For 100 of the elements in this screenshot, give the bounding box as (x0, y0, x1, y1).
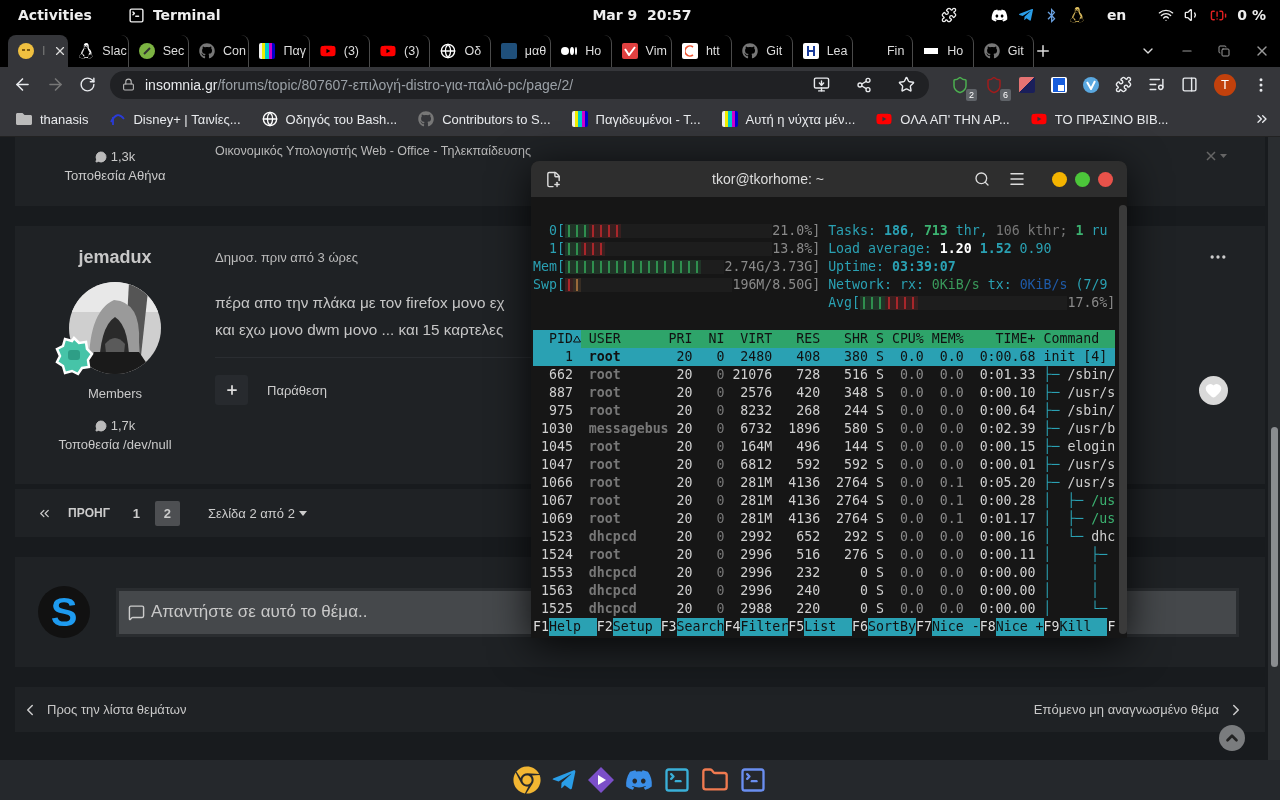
menu-button[interactable] (1008, 170, 1026, 188)
process-row[interactable]: 1523 dhcpcd 20 0 2992 652 292 S 0.0 0.0 0:00.16 │ └─ dhc (533, 528, 1116, 546)
column-header[interactable]: SHR (820, 330, 868, 348)
profile-button[interactable]: T (1214, 73, 1236, 96)
function-key-button[interactable]: Filter (740, 618, 789, 636)
dismiss-icon[interactable] (1206, 151, 1228, 161)
table-cell-text: 0.0 (938, 528, 964, 546)
process-row[interactable]: 1045 root 20 0 164M 496 144 S 0.0 0.0 0:00.15 ├─ elogin (533, 438, 1116, 456)
function-key-button[interactable]: SortBy (868, 618, 916, 636)
previous-page-link[interactable]: ΠΡΟΗΓ (68, 506, 110, 520)
bookmark-item[interactable]: thanasis (16, 111, 89, 127)
function-key-button[interactable]: List (804, 618, 853, 636)
function-key-button[interactable]: Nice - (931, 618, 980, 636)
process-row[interactable]: 1067 root 20 0 281M 4136 2764 S 0.0 0.1 0:00.28 │ ├─ /us (533, 492, 1116, 510)
clock-button[interactable]: Mar 9 20:57 (592, 7, 692, 23)
battery-level[interactable]: 0 % (1237, 7, 1266, 23)
process-row[interactable]: 887 root 20 0 2576 420 348 S 0.0 0.0 0:00.10 ├─ /usr/s (533, 384, 1116, 402)
scrollbar[interactable] (1119, 205, 1127, 634)
bookmark-item[interactable]: ΟΛΑ ΑΠ' ΤΗΝ ΑΡ... (876, 111, 1010, 127)
multiquote-button[interactable] (215, 375, 248, 405)
app-menu[interactable]: Terminal (127, 6, 221, 24)
quote-link[interactable]: Παράθεση (267, 382, 328, 398)
process-row[interactable]: 1066 root 20 0 281M 4136 2764 S 0.0 0.1 0:05.20 ├─ /usr/s (533, 474, 1116, 492)
reply-field[interactable]: Απαντήστε σε αυτό το θέμα.. (116, 587, 531, 637)
process-row[interactable]: 1563 dhcpcd 20 0 2996 240 0 S 0.0 0.0 0:00.00 │ │ (533, 582, 1116, 600)
function-key-button[interactable]: Help (548, 618, 597, 636)
new-tab-button[interactable] (545, 170, 562, 188)
user-avatar[interactable]: S (38, 586, 90, 638)
column-header[interactable]: RES (772, 330, 821, 348)
back-to-topics-link[interactable]: Προς την λίστα θεμάτων (21, 700, 187, 719)
column-header[interactable]: USER (580, 330, 669, 348)
penguin-icon[interactable] (1068, 7, 1085, 23)
process-row[interactable]: 662 root 20 0 21076 728 516 S 0.0 0.0 0:01.33 ├─ /sbin/ (533, 366, 1116, 384)
page-jump-dropdown[interactable]: Σελίδα 2 από 2 (207, 505, 307, 521)
check-circle-icon[interactable] (1083, 76, 1099, 93)
function-key-button[interactable]: Nice + (995, 618, 1044, 636)
search-button[interactable] (974, 171, 990, 187)
process-row[interactable]: 1524 root 20 0 2996 516 276 S 0.0 0.0 0:00.11 │ ├─ (533, 546, 1116, 564)
page-number[interactable]: 2 (154, 500, 180, 526)
bookmark-star-button[interactable] (898, 76, 915, 93)
table-cell-text: │ └─ (1042, 600, 1109, 618)
restore-button[interactable] (1218, 45, 1231, 57)
process-row[interactable]: 975 root 20 0 8232 268 244 S 0.0 0.0 0:00.64 ├─ /sbin/ (533, 402, 1116, 420)
reply-field-edge[interactable] (1127, 587, 1239, 637)
activities-button[interactable]: Activities (18, 7, 92, 23)
bookmark-item[interactable]: Οδηγός του Bash... (261, 111, 398, 127)
column-header[interactable]: PRI (668, 330, 693, 348)
terminal-icon[interactable] (663, 766, 691, 794)
telegram-icon[interactable] (551, 767, 577, 793)
process-row[interactable]: 1553 dhcpcd 20 0 2996 232 0 S 0.0 0.0 0:00.00 │ │ (533, 564, 1116, 582)
next-unread-link[interactable]: Επόμενο μη αναγνωσμένο θέμα (1033, 700, 1245, 719)
author-name[interactable]: jemadux (78, 246, 152, 268)
column-header[interactable]: VIRT (724, 330, 773, 348)
bookmark-item[interactable]: Disney+ | Ταινίες... (109, 111, 241, 127)
puzzle-icon[interactable] (940, 7, 957, 23)
telegram-icon[interactable] (1017, 7, 1034, 23)
discord-icon[interactable] (990, 6, 1008, 24)
side-panel-button[interactable] (1181, 76, 1198, 93)
process-row[interactable]: 1047 root 20 0 6812 592 592 S 0.0 0.0 0:00.01 ├─ /usr/s (533, 456, 1116, 474)
column-header[interactable]: NI (692, 330, 725, 348)
bookmark-item[interactable]: ΤΟ ΠΡΑΣΙΝΟ ΒΙΒ... (1030, 111, 1169, 127)
github-icon (418, 111, 435, 127)
install-button[interactable] (813, 76, 830, 93)
play-diamond-icon[interactable] (587, 766, 615, 794)
function-key-button[interactable]: Search (676, 618, 725, 636)
process-row[interactable]: 1030 messagebus 20 0 6732 1896 580 S 0.0 0.0 0:02.39 ├─ /usr/b (533, 420, 1116, 438)
back-button[interactable] (13, 75, 32, 94)
close-button[interactable] (1098, 171, 1113, 187)
process-row[interactable]: 1069 root 20 0 281M 4136 2764 S 0.0 0.1 0:01.17 │ ├─ /us (533, 510, 1116, 528)
column-header[interactable]: MEM% (923, 330, 964, 348)
share-button[interactable] (856, 76, 872, 93)
bookmark-item[interactable]: Παγιδευμένοι - Τ... (571, 111, 701, 127)
scrollbar[interactable] (1268, 137, 1280, 760)
folder-icon[interactable] (701, 766, 729, 794)
extensions-button[interactable] (1115, 76, 1132, 93)
column-header[interactable]: Command (1035, 330, 1116, 348)
page-number[interactable]: 1 (123, 500, 149, 526)
bookmark-item[interactable]: Αυτή η νύχτα μέν... (721, 111, 856, 127)
split-square-icon[interactable] (1019, 76, 1035, 93)
maximize-button[interactable] (1075, 171, 1090, 187)
chrome-icon[interactable] (513, 766, 541, 794)
column-header[interactable]: TIME+ (963, 330, 1036, 348)
shield-icon[interactable] (951, 75, 969, 94)
column-header[interactable]: PID (533, 330, 581, 348)
column-header[interactable]: CPU% (883, 330, 924, 348)
process-row[interactable]: 1 root 20 0 2480 408 380 S 0.0 0.0 0:00.68 init [4] (533, 348, 1116, 366)
column-header[interactable]: S (868, 330, 884, 348)
media-list-button[interactable] (1148, 76, 1165, 93)
bookmark-item[interactable]: Contributors to S... (418, 111, 551, 127)
terminal-icon[interactable] (739, 766, 767, 794)
forward-button[interactable] (46, 75, 65, 94)
minimize-button[interactable] (1052, 171, 1067, 187)
like-button[interactable] (1199, 375, 1228, 405)
reload-button[interactable] (79, 76, 96, 93)
function-key-button[interactable]: Setup (612, 618, 661, 636)
process-row[interactable]: 1525 dhcpcd 20 0 2988 220 0 S 0.0 0.0 0:00.00 │ └─ (533, 600, 1116, 618)
keyboard-layout[interactable]: en (1106, 7, 1127, 23)
scroll-top-button[interactable] (1219, 725, 1245, 751)
function-key-button[interactable]: Kill (1059, 618, 1108, 636)
address-bar[interactable]: insomnia.gr/forums/topic/807607-επιλογή-distro-για-παλιό-pc/page/2/ (110, 70, 929, 99)
